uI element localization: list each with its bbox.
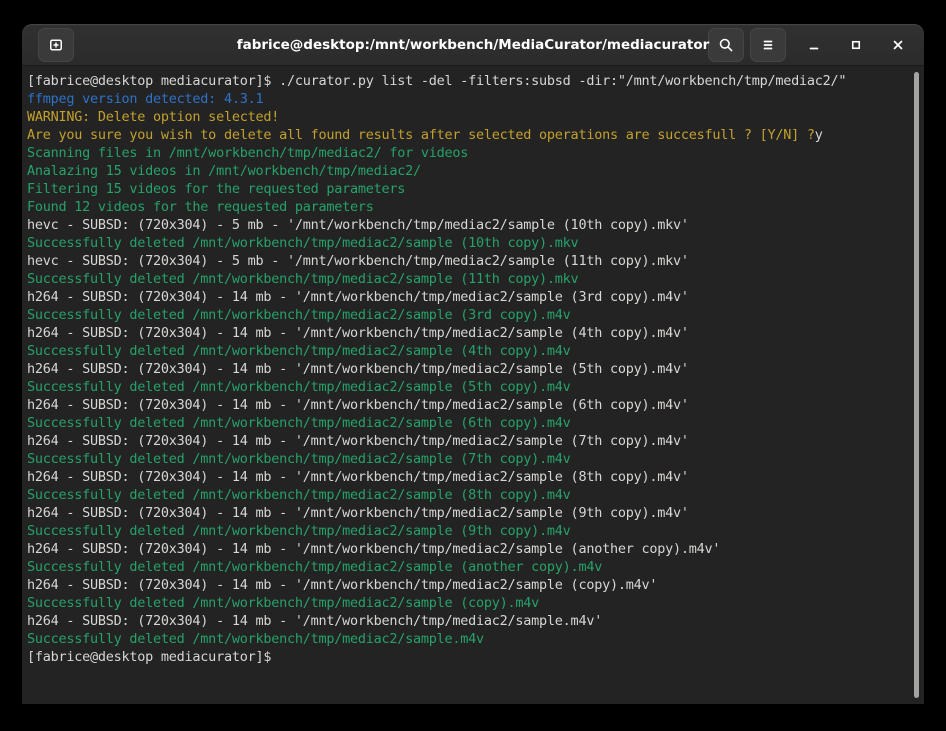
- hamburger-menu-icon: [760, 37, 776, 53]
- terminal-line: h264 - SUBSD: (720x304) - 14 mb - '/mnt/…: [27, 396, 904, 414]
- terminal-line: hevc - SUBSD: (720x304) - 5 mb - '/mnt/w…: [27, 216, 904, 234]
- terminal-line: Are you sure you wish to delete all foun…: [27, 126, 904, 144]
- terminal-line: h264 - SUBSD: (720x304) - 14 mb - '/mnt/…: [27, 540, 904, 558]
- terminal-output[interactable]: [fabrice@desktop mediacurator]$ ./curato…: [22, 66, 924, 704]
- scrollbar[interactable]: [912, 68, 921, 702]
- terminal-line: Successfully deleted /mnt/workbench/tmp/…: [27, 594, 904, 612]
- close-button[interactable]: [884, 31, 912, 59]
- terminal-line: Found 12 videos for the requested parame…: [27, 198, 904, 216]
- terminal-line: WARNING: Delete option selected!: [27, 108, 904, 126]
- terminal-line: h264 - SUBSD: (720x304) - 14 mb - '/mnt/…: [27, 324, 904, 342]
- terminal-window: fabrice@desktop:/mnt/workbench/MediaCura…: [22, 24, 924, 704]
- terminal-line: h264 - SUBSD: (720x304) - 14 mb - '/mnt/…: [27, 576, 904, 594]
- terminal-line: Scanning files in /mnt/workbench/tmp/med…: [27, 144, 904, 162]
- terminal-line: Successfully deleted /mnt/workbench/tmp/…: [27, 450, 904, 468]
- minimize-button[interactable]: [800, 31, 828, 59]
- scrollbar-thumb[interactable]: [914, 72, 919, 698]
- terminal-line: Successfully deleted /mnt/workbench/tmp/…: [27, 522, 904, 540]
- maximize-icon: [848, 37, 864, 53]
- search-button[interactable]: [708, 28, 744, 62]
- new-tab-icon: [48, 37, 64, 53]
- terminal-line: h264 - SUBSD: (720x304) - 14 mb - '/mnt/…: [27, 360, 904, 378]
- terminal-line: hevc - SUBSD: (720x304) - 5 mb - '/mnt/w…: [27, 252, 904, 270]
- terminal-line: Filtering 15 videos for the requested pa…: [27, 180, 904, 198]
- terminal-line: Successfully deleted /mnt/workbench/tmp/…: [27, 558, 904, 576]
- terminal-line: [fabrice@desktop mediacurator]$ ./curato…: [27, 72, 904, 90]
- terminal-line: Successfully deleted /mnt/workbench/tmp/…: [27, 414, 904, 432]
- terminal-line: Successfully deleted /mnt/workbench/tmp/…: [27, 378, 904, 396]
- terminal-line: Analazing 15 videos in /mnt/workbench/tm…: [27, 162, 904, 180]
- search-icon: [718, 37, 734, 53]
- minimize-icon: [806, 37, 822, 53]
- terminal-line: Successfully deleted /mnt/workbench/tmp/…: [27, 486, 904, 504]
- terminal-line: h264 - SUBSD: (720x304) - 14 mb - '/mnt/…: [27, 468, 904, 486]
- terminal-line: Successfully deleted /mnt/workbench/tmp/…: [27, 270, 904, 288]
- terminal-line: Successfully deleted /mnt/workbench/tmp/…: [27, 234, 904, 252]
- titlebar[interactable]: fabrice@desktop:/mnt/workbench/MediaCura…: [22, 24, 924, 66]
- terminal-line: h264 - SUBSD: (720x304) - 14 mb - '/mnt/…: [27, 288, 904, 306]
- new-tab-button[interactable]: [38, 28, 74, 62]
- terminal-line: Successfully deleted /mnt/workbench/tmp/…: [27, 306, 904, 324]
- terminal-line: Successfully deleted /mnt/workbench/tmp/…: [27, 342, 904, 360]
- terminal-line: h264 - SUBSD: (720x304) - 14 mb - '/mnt/…: [27, 432, 904, 450]
- terminal-line: h264 - SUBSD: (720x304) - 14 mb - '/mnt/…: [27, 612, 904, 630]
- terminal-line: h264 - SUBSD: (720x304) - 14 mb - '/mnt/…: [27, 504, 904, 522]
- terminal-line: ffmpeg version detected: 4.3.1: [27, 90, 904, 108]
- menu-button[interactable]: [750, 28, 786, 62]
- terminal-line: [fabrice@desktop mediacurator]$: [27, 648, 904, 666]
- terminal-line: Successfully deleted /mnt/workbench/tmp/…: [27, 630, 904, 648]
- close-icon: [890, 37, 906, 53]
- maximize-button[interactable]: [842, 31, 870, 59]
